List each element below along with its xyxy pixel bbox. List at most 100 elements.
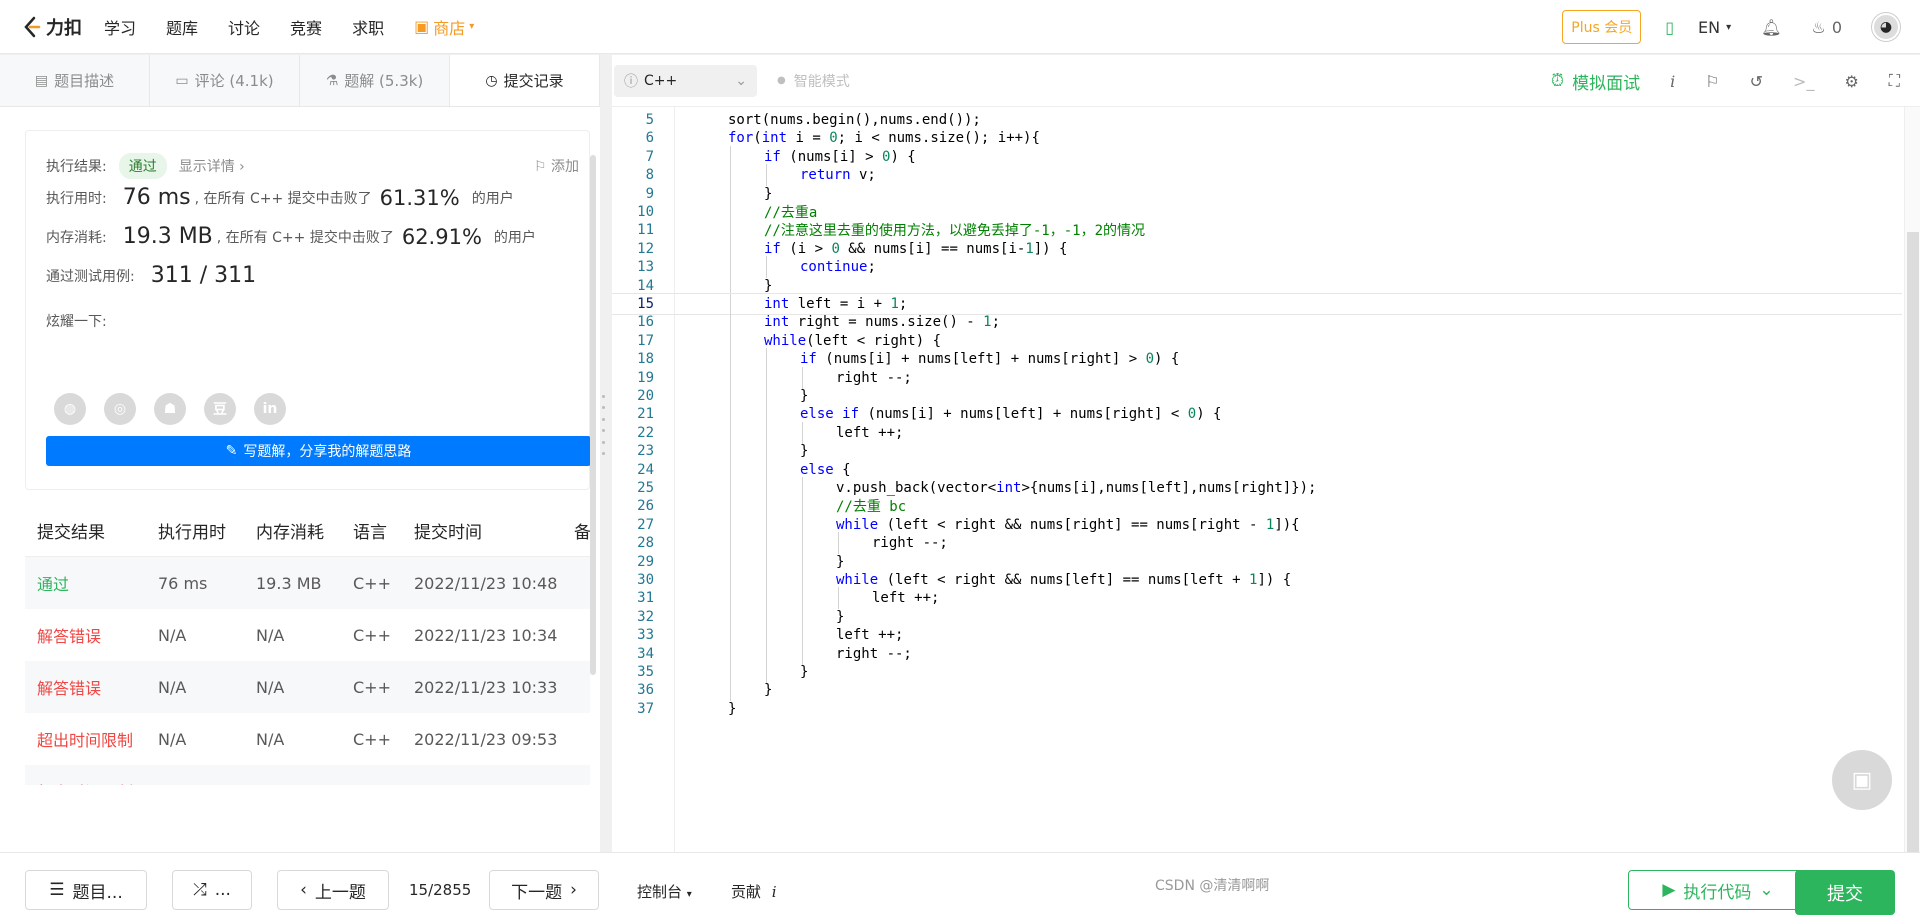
- table-row[interactable]: 超出时间限制 N/A N/A C++ 2022/11/23 09:53: [25, 713, 590, 765]
- code-text: while (left < right && nums[left] == num…: [836, 572, 1292, 588]
- column-header: 提交结果: [37, 523, 105, 543]
- language-select[interactable]: ⓘ C++ ⌄: [614, 64, 757, 97]
- table-cell[interactable]: 超出时间限制: [25, 779, 158, 785]
- flag-icon[interactable]: ⚐: [1705, 72, 1719, 91]
- next-problem-button[interactable]: 下一题 ›: [489, 870, 599, 910]
- line-number: 8: [645, 167, 654, 184]
- code-editor[interactable]: 5 sort(nums.begin(),nums.end()); 6 for(int …: [612, 107, 1902, 852]
- nav-study[interactable]: 学习: [104, 15, 136, 39]
- table-cell: N/A: [256, 625, 285, 645]
- memory-percentile: 62.91%: [401, 224, 482, 249]
- submit-button[interactable]: 提交: [1795, 870, 1895, 915]
- code-text: return v;: [800, 167, 876, 184]
- line-number: 9: [645, 185, 654, 202]
- tab-submissions[interactable]: ◷ 提交记录: [450, 55, 600, 106]
- language-value: C++: [644, 72, 678, 89]
- nav-jobs[interactable]: 求职: [352, 15, 384, 39]
- main-nav: 学习 题库 讨论 竞赛 求职 ▣ 商店 ▾: [104, 15, 504, 39]
- logo[interactable]: 力扣: [22, 14, 82, 40]
- table-row[interactable]: 解答错误 N/A N/A C++ 2022/11/23 10:33: [25, 661, 590, 713]
- table-row[interactable]: 超出时间限制N/AN/AC++2022/11/23 09:50: [25, 765, 590, 785]
- code-text: left ++;: [836, 627, 904, 644]
- clock-icon: ◷: [485, 72, 498, 89]
- table-row[interactable]: 通过 76 ms 19.3 MB C++ 2022/11/23 10:48: [25, 557, 590, 609]
- problem-tabs: ▤ 题目描述 ▭ 评论 (4.1k) ⚗ 题解 (5.3k) ◷ 提交记录: [0, 55, 600, 107]
- code-line[interactable]: 37}: [612, 698, 1902, 720]
- table-cell: C++: [353, 625, 391, 645]
- flask-icon: ⚗: [325, 72, 339, 89]
- shuffle-icon: ⤮: [193, 880, 207, 900]
- run-code-button[interactable]: ▶ 执行代码 ⌄: [1628, 870, 1808, 910]
- console-toggle[interactable]: 控制台 ▾: [637, 881, 692, 902]
- line-number: 14: [637, 277, 654, 294]
- linkedin-icon[interactable]: in: [254, 393, 286, 425]
- table-cell: C++: [353, 782, 414, 786]
- table-cell[interactable]: 解答错误: [25, 623, 158, 647]
- code-text: right --;: [872, 535, 948, 552]
- nav-contest[interactable]: 竞赛: [290, 15, 322, 39]
- play-icon: ▶: [1662, 880, 1676, 900]
- contribute-link[interactable]: 贡献 i: [731, 881, 777, 902]
- runtime-row: 执行用时: 76 ms , 在所有 C++ 提交中击败了 61.31% 的用户: [46, 185, 514, 210]
- editor-scrollbar[interactable]: [1904, 107, 1920, 862]
- chevron-left-icon: ‹: [300, 880, 307, 900]
- prev-problem-button[interactable]: ‹ 上一题: [277, 870, 389, 910]
- code-text: else if (nums[i] + nums[left] + nums[rig…: [800, 406, 1222, 423]
- code-text: while (left < right && nums[right] == nu…: [836, 516, 1300, 533]
- settings-icon[interactable]: ⚙: [1844, 72, 1858, 91]
- random-button[interactable]: ⤮ ...: [172, 870, 252, 910]
- panel-resize-handle[interactable]: [602, 395, 606, 455]
- mock-interview-button[interactable]: ⏰︎ 模拟面试: [1551, 69, 1640, 94]
- line-number: 12: [637, 240, 654, 257]
- douban-icon[interactable]: 豆: [204, 393, 236, 425]
- table-header: 提交结果 执行用时 内存消耗 语言 提交时间 备: [25, 505, 590, 557]
- show-details-link[interactable]: 显示详情 ›: [179, 156, 245, 176]
- line-number: 10: [637, 204, 654, 220]
- scrollbar-thumb[interactable]: [1907, 232, 1919, 862]
- tab-solutions[interactable]: ⚗ 题解 (5.3k): [300, 55, 450, 106]
- line-number: 24: [637, 461, 654, 478]
- code-text: int right = nums.size() - 1;: [764, 314, 1001, 331]
- problem-list-button[interactable]: ☰ 题目...: [25, 870, 147, 910]
- line-number: 30: [637, 572, 654, 588]
- info-icon: i: [771, 883, 777, 901]
- line-number: 31: [637, 590, 654, 607]
- info-icon[interactable]: i: [1670, 72, 1675, 91]
- fullscreen-icon[interactable]: ⛶: [1889, 71, 1900, 91]
- notebook-float-button[interactable]: ▣: [1832, 750, 1892, 810]
- tab-comments[interactable]: ▭ 评论 (4.1k): [150, 55, 300, 106]
- qq-icon[interactable]: ☗: [154, 393, 186, 425]
- memory-value: 19.3 MB: [122, 224, 213, 249]
- add-note-button[interactable]: ⚐ 添加: [534, 156, 579, 176]
- table-cell[interactable]: 通过: [25, 571, 158, 595]
- scrollbar[interactable]: [590, 155, 596, 675]
- runtime-suffix: 的用户: [471, 190, 514, 207]
- table-cell[interactable]: 超出时间限制: [25, 727, 158, 751]
- bell-icon[interactable]: 🔔︎: [1761, 18, 1781, 37]
- line-number: 25: [637, 480, 654, 496]
- avatar[interactable]: ◕: [1872, 13, 1900, 41]
- wechat-icon[interactable]: ◍: [54, 393, 86, 425]
- table-row[interactable]: 解答错误 N/A N/A C++ 2022/11/23 10:34: [25, 609, 590, 661]
- weibo-icon[interactable]: ◎: [104, 393, 136, 425]
- line-number: 16: [637, 314, 654, 331]
- tab-description[interactable]: ▤ 题目描述: [0, 55, 150, 106]
- language-switch[interactable]: EN ▾: [1698, 18, 1731, 37]
- mobile-icon[interactable]: ▯: [1665, 18, 1674, 37]
- fire-streak[interactable]: ♨ 0: [1811, 18, 1842, 37]
- reset-icon[interactable]: ↺: [1750, 72, 1763, 91]
- terminal-icon[interactable]: >_: [1793, 72, 1814, 91]
- column-header: 内存消耗: [256, 523, 324, 543]
- store-icon: ▣: [414, 17, 430, 36]
- submission-table: 提交结果 执行用时 内存消耗 语言 提交时间 备 通过 76 ms 19.3 MB C…: [25, 505, 590, 785]
- nav-store[interactable]: ▣ 商店 ▾: [414, 15, 474, 39]
- nav-problemset[interactable]: 题库: [166, 15, 198, 39]
- smart-mode-toggle[interactable]: ● 智能模式: [777, 71, 850, 91]
- nav-discuss[interactable]: 讨论: [228, 15, 260, 39]
- table-cell[interactable]: 解答错误: [25, 675, 158, 699]
- console-label: 控制台: [637, 883, 683, 901]
- write-solution-button[interactable]: ✎ 写题解，分享我的解题思路: [46, 436, 591, 466]
- flag-icon: ⚐: [533, 159, 547, 175]
- left-panel: ▤ 题目描述 ▭ 评论 (4.1k) ⚗ 题解 (5.3k) ◷ 提交记录 执行…: [0, 55, 600, 852]
- plus-member-button[interactable]: Plus 会员: [1562, 10, 1642, 44]
